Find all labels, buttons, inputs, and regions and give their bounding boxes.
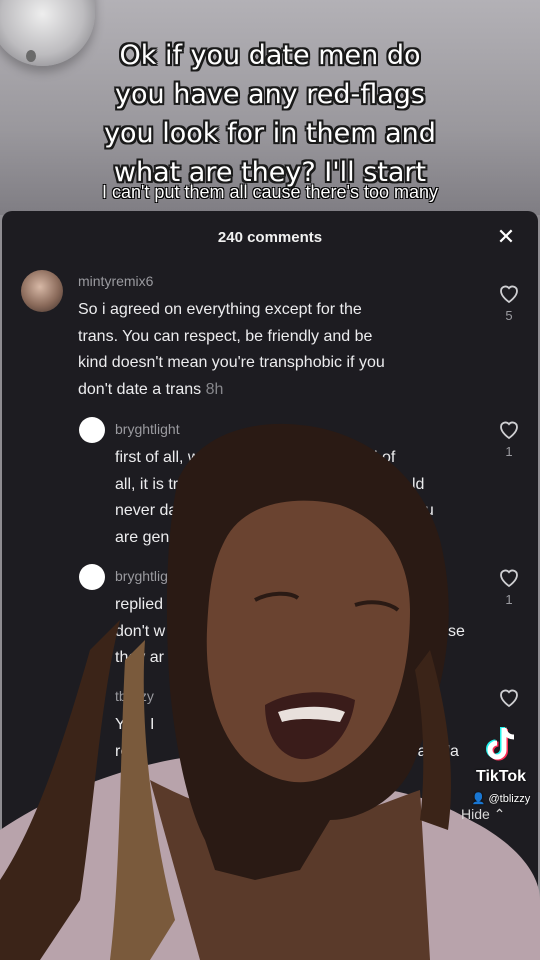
comment-line: ver date "a <box>382 742 459 760</box>
tiktok-watermark: TikTok 👤 @tblizzy <box>462 726 540 805</box>
headline-line: you look for in them and <box>104 118 436 149</box>
like-count: 1 <box>505 592 513 607</box>
comments-count-title: 240 comments <box>217 229 323 246</box>
comment-text: first of all, we're not "a trans". secon… <box>115 445 395 551</box>
headline-line: Ok if you date men do <box>119 40 421 71</box>
comment-text-right: se <box>448 592 465 645</box>
comment-line: Yes. I <box>115 716 155 733</box>
comment-line: all, it is transph <box>115 475 222 493</box>
close-icon[interactable]: ✕ <box>494 225 518 249</box>
like-count: 1 <box>505 444 513 459</box>
comment-line: res <box>115 742 138 760</box>
tiktok-handle-text: @tblizzy <box>488 793 531 805</box>
comment-line: they ar <box>115 649 164 666</box>
heart-icon[interactable] <box>497 685 521 709</box>
comment-line: first of all, we're not "a trans". secon… <box>115 449 396 466</box>
tiktok-brand: TikTok <box>475 768 527 785</box>
person-icon: 👤 <box>471 793 486 805</box>
comment-line: don't w <box>115 622 166 640</box>
comment-line <box>448 592 465 619</box>
comments-sheet: 240 comments ✕ mintyremix6 So i agreed o… <box>2 211 538 960</box>
tiktok-handle: 👤 @tblizzy <box>462 792 540 805</box>
comment-username[interactable]: bryghtlight <box>115 421 180 437</box>
headline-line: you have any red-flags <box>115 79 425 110</box>
avatar[interactable] <box>21 270 63 312</box>
comment-username[interactable]: mintyremix6 <box>78 273 153 289</box>
heart-icon[interactable] <box>497 281 521 305</box>
comment-line: are genera <box>115 528 193 546</box>
comment-text-right: aying, I ver date "a <box>382 712 459 765</box>
comment-line: you <box>408 502 434 519</box>
heart-icon[interactable] <box>497 417 521 441</box>
avatar[interactable] <box>79 684 105 710</box>
comment-username[interactable]: bryghtligh <box>115 568 176 584</box>
comment-line: So i agreed on everything except for the <box>78 301 362 318</box>
video-background: Ok if you date men do you have any red-f… <box>0 0 540 960</box>
comment-time: 8h <box>205 380 224 398</box>
comment-line: never date a <box>115 502 204 519</box>
comment-line: se <box>448 622 465 640</box>
hide-label: Hide <box>461 806 490 822</box>
tiktok-logo-icon <box>486 727 515 761</box>
like-count: 5 <box>505 308 513 323</box>
comment-text: So i agreed on everything except for the… <box>78 297 385 403</box>
comment-line <box>412 445 434 472</box>
avatar[interactable] <box>79 417 105 443</box>
comment-line: trans. You can respect, be friendly and … <box>78 327 373 345</box>
comment-text-right: ld you <box>408 445 434 525</box>
comment-line: aying, I <box>382 716 434 733</box>
comment-line: don't date a trans 8h <box>78 377 385 404</box>
comment-text: replied don't w they ar <box>115 592 165 672</box>
comment-line: ld <box>412 475 425 493</box>
chevron-up-icon: ⌃ <box>489 806 506 822</box>
comment-username[interactable]: tblizzy <box>115 688 154 704</box>
hide-button[interactable]: Hide ⌃ <box>461 806 505 823</box>
comment-text: Yes. I res <box>115 712 154 765</box>
comment-line: replied <box>115 596 164 613</box>
avatar[interactable] <box>79 564 105 590</box>
heart-icon[interactable] <box>497 565 521 589</box>
comment-line-end: don't date a trans <box>78 380 202 398</box>
comment-line: kind doesn't mean you're transphobic if … <box>78 354 385 371</box>
video-headline: Ok if you date men do you have any red-f… <box>0 36 540 192</box>
video-caption: I can't put them all cause there's too m… <box>101 182 439 202</box>
